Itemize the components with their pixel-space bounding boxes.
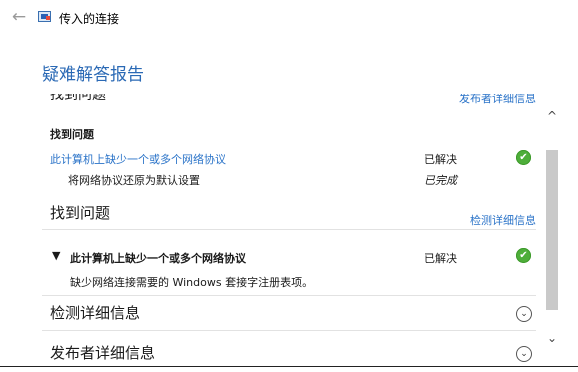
fix-item: 将网络协议还原为默认设置: [68, 174, 200, 187]
back-arrow-icon[interactable]: ←: [10, 8, 28, 26]
section2-divider: [42, 229, 536, 230]
section2-title: 找到问题: [50, 204, 111, 222]
clipped-section-title: 找到问题: [50, 94, 106, 103]
vertical-scrollbar[interactable]: ^ ⌄: [544, 108, 560, 346]
report-panel: 找到问题 发布者详细信息 找到问题 此计算机上缺少一个或多个网络协议 已解决 ✔…: [42, 94, 540, 364]
page-heading: 疑难解答报告: [42, 65, 144, 85]
problem-status: 已解决: [424, 153, 457, 166]
section3-divider: [42, 330, 536, 331]
success-check-icon: ✔: [516, 248, 531, 263]
fix-status: 已完成: [424, 174, 457, 187]
detection-details-section-title: 检测详细信息: [50, 304, 141, 322]
network-connection-icon: [38, 11, 51, 22]
window-title: 传入的连接: [59, 12, 120, 26]
title-bar: ← 传入的连接: [0, 0, 578, 36]
scrollbar-thumb[interactable]: [546, 150, 558, 310]
publisher-details-section-title: 发布者详细信息: [50, 344, 156, 362]
problem-detail-title[interactable]: 此计算机上缺少一个或多个网络协议: [70, 250, 246, 266]
icon-arrow-shape: [46, 16, 50, 20]
detection-details-link[interactable]: 检测详细信息: [470, 212, 536, 228]
problem-description: 缺少网络连接需要的 Windows 套接字注册表项。: [70, 276, 314, 289]
problem-detail-status: 已解决: [424, 252, 457, 265]
success-check-icon: ✔: [516, 150, 531, 165]
scroll-up-arrow-icon[interactable]: ^: [544, 108, 560, 124]
clipped-publisher-details-link[interactable]: 发布者详细信息: [459, 94, 536, 106]
chevron-down-icon[interactable]: ⌄: [516, 306, 532, 322]
expand-arrow-icon[interactable]: ▼: [52, 249, 60, 262]
section2-bottom-divider: [42, 295, 536, 296]
section1-title: 找到问题: [50, 128, 94, 141]
window-bottom-border: [0, 366, 578, 367]
scroll-down-arrow-icon[interactable]: ⌄: [544, 330, 560, 346]
chevron-down-icon[interactable]: ⌄: [516, 346, 532, 362]
problem-link[interactable]: 此计算机上缺少一个或多个网络协议: [50, 151, 226, 167]
